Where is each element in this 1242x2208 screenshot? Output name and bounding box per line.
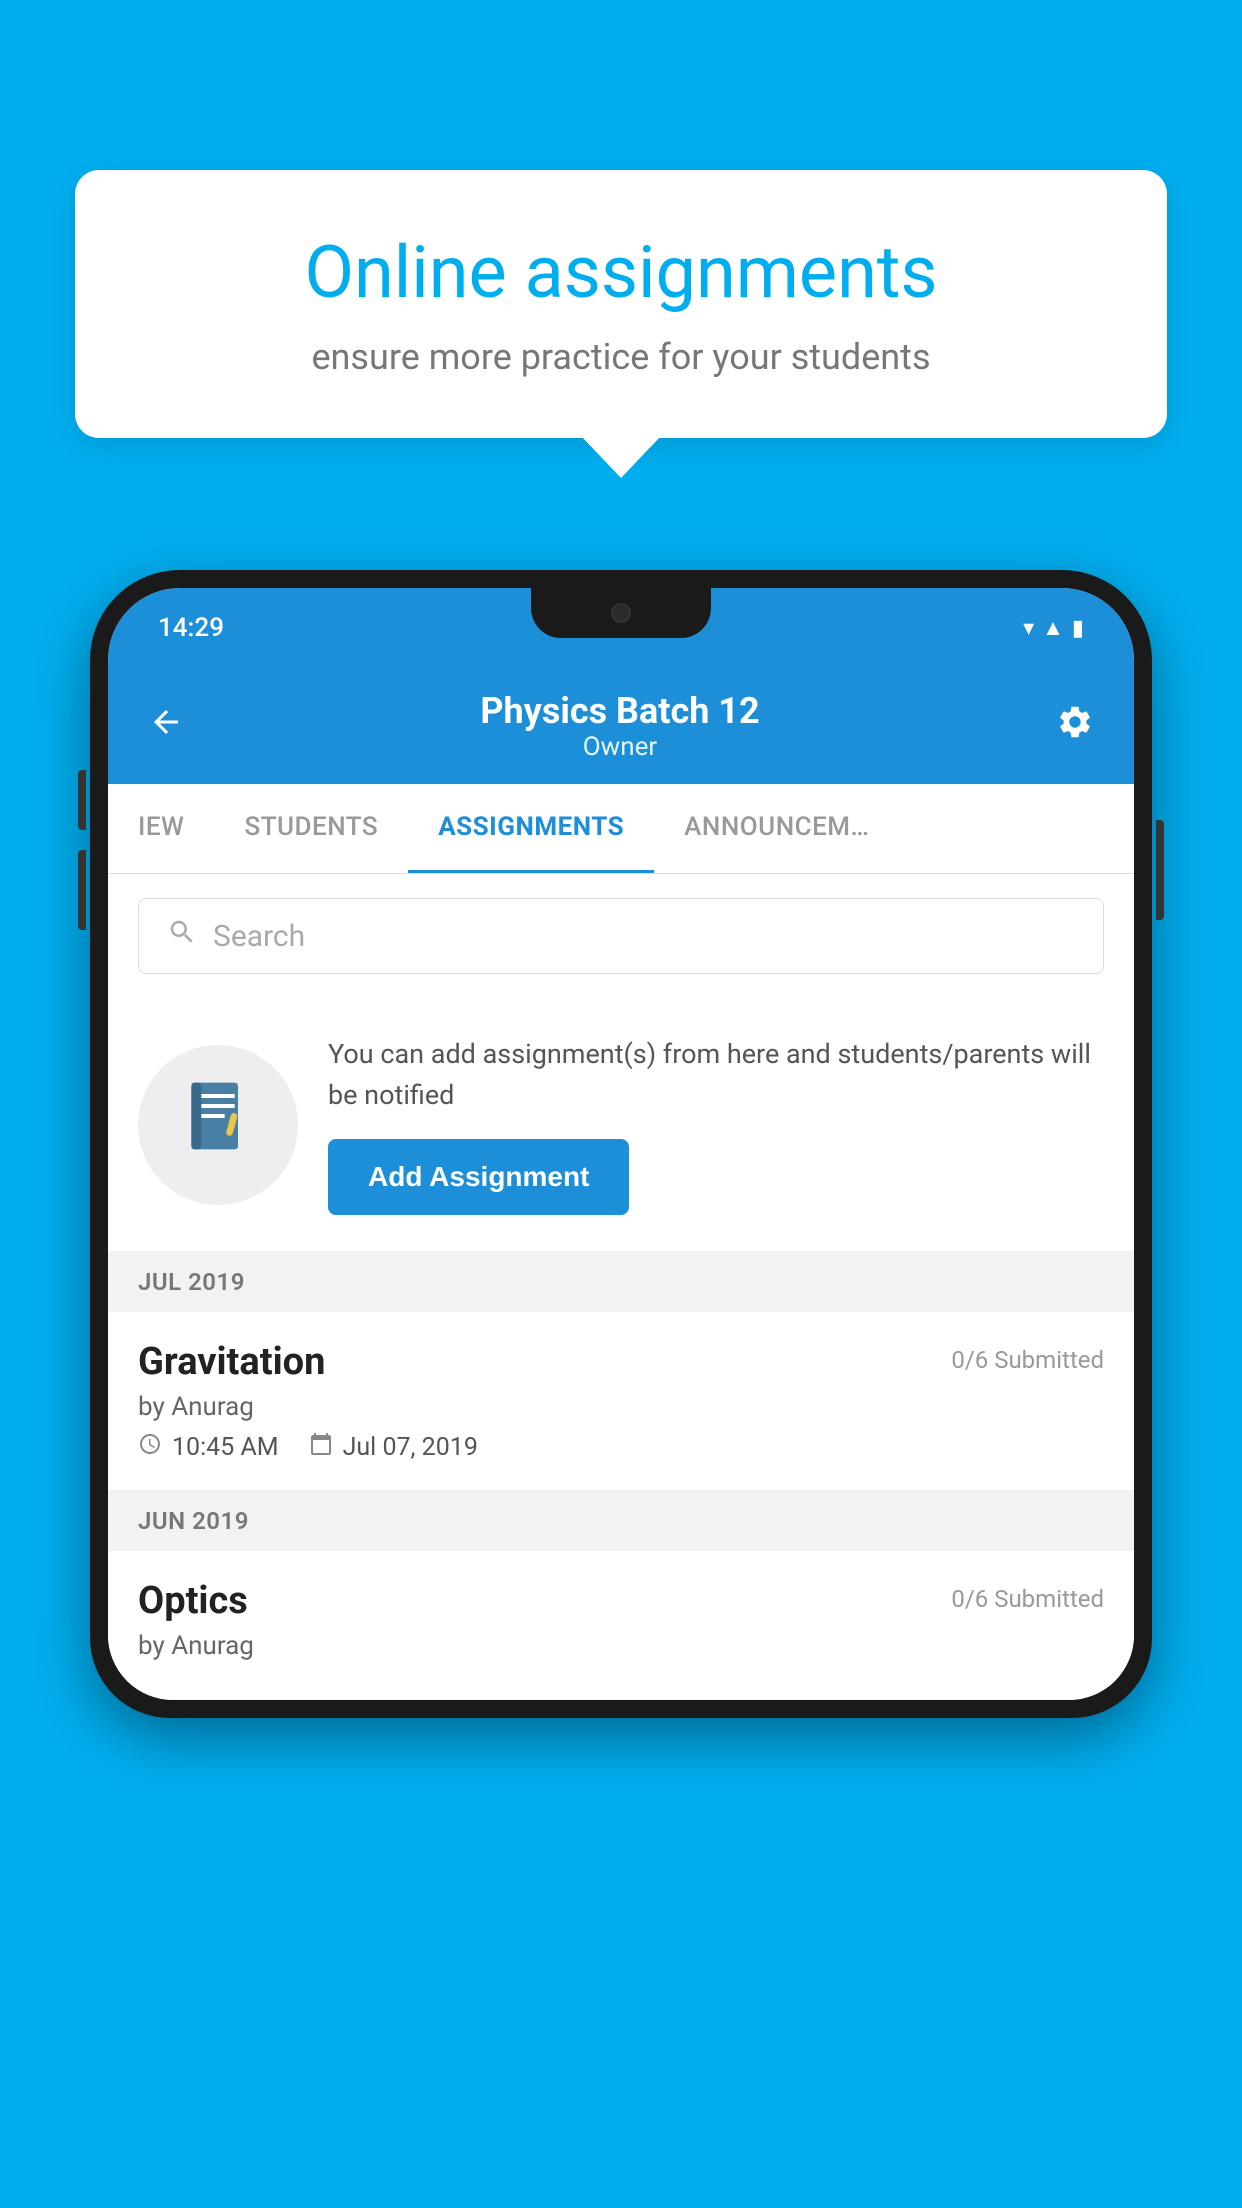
search-icon (167, 917, 197, 955)
assignment-submitted-optics: 0/6 Submitted (951, 1585, 1104, 1613)
search-container: Search (108, 874, 1134, 998)
battery-icon: ▮ (1072, 616, 1084, 641)
search-bar[interactable]: Search (138, 898, 1104, 974)
tab-iew[interactable]: IEW (108, 784, 214, 873)
speech-bubble: Online assignments ensure more practice … (75, 170, 1167, 438)
power-button (1156, 820, 1164, 920)
section-jun-2019: JUN 2019 (108, 1491, 1134, 1551)
wifi-icon: ▾ (1023, 616, 1034, 641)
assignment-by-optics: by Anurag (138, 1631, 1104, 1661)
clock-icon (138, 1432, 162, 1462)
assignment-submitted-gravitation: 0/6 Submitted (951, 1346, 1104, 1374)
status-bar: 14:29 ▾ ▲ ▮ (108, 588, 1134, 668)
back-button[interactable] (148, 703, 184, 750)
search-placeholder: Search (213, 919, 305, 954)
phone-outer: 14:29 ▾ ▲ ▮ Physics Batch 12 Owner (90, 570, 1152, 1718)
info-card: You can add assignment(s) from here and … (108, 998, 1134, 1252)
tabs-container: IEW STUDENTS ASSIGNMENTS ANNOUNCEM… (108, 784, 1134, 874)
phone-screen: 14:29 ▾ ▲ ▮ Physics Batch 12 Owner (108, 588, 1134, 1700)
assignment-title-optics: Optics (138, 1579, 248, 1623)
assignment-date-gravitation: Jul 07, 2019 (309, 1432, 478, 1462)
section-jul-2019: JUL 2019 (108, 1252, 1134, 1312)
status-time: 14:29 (158, 613, 224, 643)
date-value-gravitation: Jul 07, 2019 (343, 1433, 478, 1462)
assignment-title-gravitation: Gravitation (138, 1340, 325, 1384)
volume-up-button (78, 770, 86, 830)
assignment-top: Gravitation 0/6 Submitted (138, 1340, 1104, 1384)
header-subtitle: Owner (480, 732, 759, 762)
bubble-title: Online assignments (145, 230, 1097, 316)
settings-button[interactable] (1056, 703, 1094, 750)
tab-assignments[interactable]: ASSIGNMENTS (408, 784, 654, 873)
assignment-meta-gravitation: 10:45 AM Jul 07, 2019 (138, 1432, 1104, 1462)
volume-down-button (78, 850, 86, 930)
assignment-time-gravitation: 10:45 AM (138, 1432, 279, 1462)
assignment-by-gravitation: by Anurag (138, 1392, 1104, 1422)
calendar-icon (309, 1432, 333, 1462)
header-center: Physics Batch 12 Owner (480, 690, 759, 762)
speech-bubble-container: Online assignments ensure more practice … (75, 170, 1167, 438)
phone-notch (531, 588, 711, 638)
phone-container: 14:29 ▾ ▲ ▮ Physics Batch 12 Owner (90, 570, 1152, 2208)
tab-students[interactable]: STUDENTS (214, 784, 408, 873)
notebook-icon (178, 1076, 258, 1174)
add-assignment-button[interactable]: Add Assignment (328, 1139, 629, 1215)
assignment-icon-circle (138, 1045, 298, 1205)
assignment-gravitation[interactable]: Gravitation 0/6 Submitted by Anurag 10:4… (108, 1312, 1134, 1491)
app-header: Physics Batch 12 Owner (108, 668, 1134, 784)
tab-announcements[interactable]: ANNOUNCEM… (654, 784, 899, 873)
bubble-subtitle: ensure more practice for your students (145, 336, 1097, 378)
status-icons: ▾ ▲ ▮ (1023, 615, 1084, 641)
assignment-top-optics: Optics 0/6 Submitted (138, 1579, 1104, 1623)
time-value-gravitation: 10:45 AM (172, 1433, 279, 1462)
info-description: You can add assignment(s) from here and … (328, 1034, 1104, 1115)
assignment-optics[interactable]: Optics 0/6 Submitted by Anurag (108, 1551, 1134, 1700)
info-content: You can add assignment(s) from here and … (328, 1034, 1104, 1215)
header-title: Physics Batch 12 (480, 690, 759, 732)
signal-icon: ▲ (1042, 615, 1064, 641)
camera (611, 603, 631, 623)
